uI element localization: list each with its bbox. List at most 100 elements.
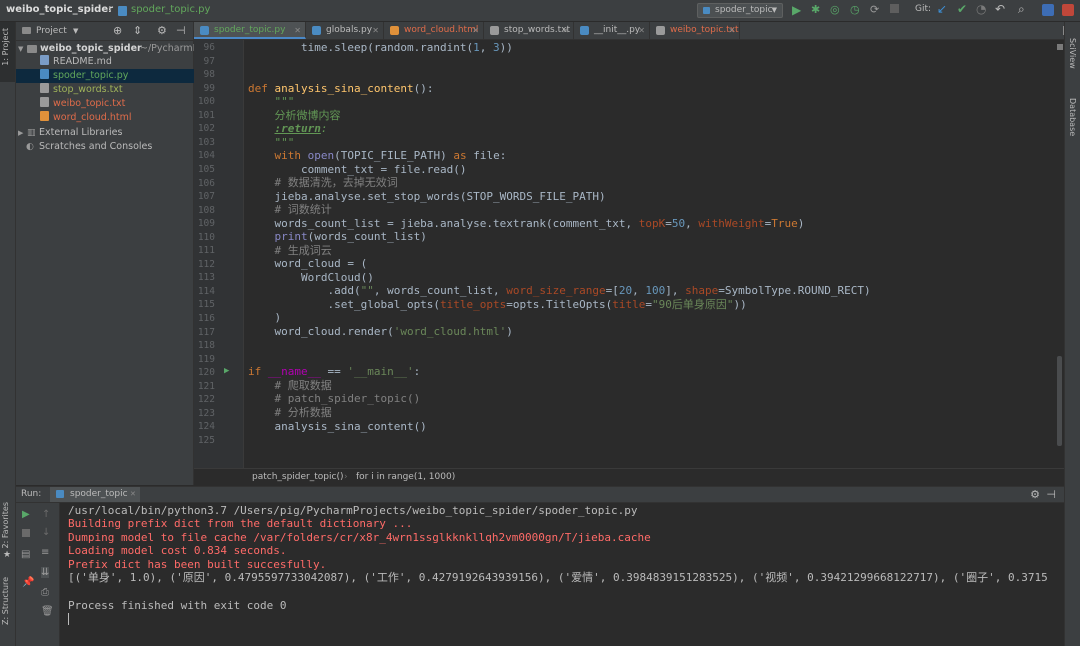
locate-icon[interactable]: ⊕ — [113, 22, 122, 40]
translate-icon[interactable] — [1042, 4, 1054, 16]
layout-icon[interactable]: ▤ — [21, 549, 30, 560]
run-gutter-icon[interactable]: ▶ — [224, 366, 229, 376]
concurrency-icon[interactable]: ⟳ — [870, 3, 879, 16]
coverage-icon[interactable]: ◎ — [830, 3, 840, 16]
pin-icon[interactable]: 📌 — [22, 577, 34, 588]
rerun-icon[interactable]: ▶ — [22, 509, 30, 520]
tab-init[interactable]: __init__.py ✕ — [574, 22, 650, 39]
debug-icon[interactable]: ✱ — [811, 3, 820, 16]
folder-icon — [22, 27, 31, 34]
git-rollback-icon[interactable]: ↶ — [995, 2, 1005, 16]
project-tool-button[interactable]: 1: Project — [0, 22, 15, 82]
scroll-down-icon[interactable]: ↓ — [42, 527, 50, 538]
close-icon[interactable]: ✕ — [638, 22, 645, 39]
git-commit-icon[interactable]: ✔ — [957, 2, 967, 16]
scrollbar-thumb[interactable] — [1057, 356, 1062, 446]
project-view-label[interactable]: Project — [36, 22, 67, 40]
tree-item-external-libraries[interactable]: ▶ ▥ External Libraries — [16, 126, 194, 140]
folder-icon — [27, 45, 37, 53]
python-file-icon — [40, 69, 49, 79]
run-config-label: spoder_topic — [715, 5, 773, 15]
tree-item-stop-words[interactable]: stop_words.txt — [16, 83, 194, 97]
code-line: # 数据清洗，去掉无效词 — [274, 176, 398, 189]
tree-item-scratches[interactable]: ◐ Scratches and Consoles — [16, 140, 194, 154]
console-line: Dumping model to file cache /var/folders… — [68, 531, 651, 544]
line-number: 96 — [203, 42, 215, 53]
code-line: :return: — [274, 122, 328, 135]
search-icon[interactable]: ⌕ — [1018, 2, 1025, 17]
tab-word-cloud[interactable]: word_cloud.html ✕ — [384, 22, 484, 39]
git-update-icon[interactable]: ↙ — [937, 2, 947, 16]
stop-icon[interactable] — [22, 529, 30, 537]
text-file-icon — [656, 26, 665, 35]
run-console[interactable]: /usr/local/bin/python3.7 /Users/pig/Pych… — [60, 503, 1064, 646]
run-config-selector[interactable]: spoder_topic ▼ — [697, 3, 783, 18]
plugin-icon[interactable] — [1062, 4, 1074, 16]
breadcrumb-function[interactable]: patch_spider_topic() — [252, 469, 343, 486]
chevron-right-icon: ▶ — [18, 129, 24, 137]
close-icon[interactable]: ✕ — [372, 22, 379, 39]
close-icon[interactable]: ✕ — [562, 22, 569, 39]
breadcrumb-file[interactable]: spoder_topic.py — [131, 4, 210, 15]
soft-wrap-icon[interactable]: ≡ — [41, 547, 49, 558]
structure-tool-label[interactable]: Z: Structure — [1, 577, 10, 625]
code-line: # patch_spider_topic() — [274, 392, 421, 405]
text-file-icon — [490, 26, 499, 35]
tab-weibo-topic[interactable]: weibo_topic.txt ✕ — [650, 22, 740, 39]
close-icon[interactable]: ✕ — [472, 22, 479, 39]
breadcrumb-loop[interactable]: for i in range(1, 1000) — [356, 469, 455, 486]
console-line: Process finished with exit code 0 — [68, 599, 287, 612]
line-number: 124 — [197, 421, 215, 433]
run-icon[interactable]: ▶ — [792, 3, 801, 17]
editor-scrollbar[interactable] — [1056, 44, 1064, 464]
line-number: 104 — [197, 150, 215, 162]
tab-spoder-topic[interactable]: spoder_topic.py ✕ — [194, 22, 306, 39]
tree-item-word-cloud[interactable]: word_cloud.html — [16, 111, 194, 125]
stop-icon[interactable] — [890, 4, 899, 13]
console-line: Loading model cost 0.834 seconds. — [68, 544, 287, 557]
tree-root[interactable]: ▼ weibo_topic_spider ~/PycharmP — [16, 42, 194, 56]
tab-stop-words[interactable]: stop_words.txt ✕ — [484, 22, 574, 39]
markdown-file-icon — [40, 55, 49, 65]
scroll-up-icon[interactable]: ↑ — [42, 509, 50, 520]
tree-root-label: weibo_topic_spider — [40, 43, 142, 54]
left-tool-stripe: 1: Project 2: Favorites ★ Z: Structure — [0, 22, 16, 646]
hide-icon[interactable]: ⊣ — [1046, 487, 1056, 502]
code-line: # 分析数据 — [274, 406, 332, 419]
line-number: 102 — [197, 123, 215, 135]
chevron-down-icon[interactable]: ▼ — [73, 22, 78, 40]
gear-icon[interactable]: ⚙ — [1030, 487, 1040, 502]
console-line: Prefix dict has been built succesfully. — [68, 558, 327, 571]
tree-item-readme[interactable]: README.md — [16, 55, 194, 69]
python-file-icon — [580, 26, 589, 35]
code-line: if __name__ == '__main__': — [248, 365, 421, 378]
code-editor[interactable]: 96 97 98 99 100 101 102 103 104 105 106 107 108 109 11… — [194, 40, 1064, 468]
favorites-tool-label[interactable]: 2: Favorites — [1, 502, 10, 548]
tree-item-label: External Libraries — [39, 127, 123, 138]
html-file-icon — [390, 26, 399, 35]
hide-icon[interactable]: ⊣ — [176, 22, 186, 40]
trash-icon[interactable]: 🗑 — [41, 606, 54, 617]
collapse-icon[interactable]: ⇕ — [133, 22, 142, 40]
database-tool-label[interactable]: Database — [1068, 98, 1077, 136]
print-icon[interactable]: ⎙ — [41, 587, 49, 598]
line-number: 101 — [197, 109, 215, 121]
close-icon[interactable]: ✕ — [294, 22, 301, 37]
close-icon[interactable]: ✕ — [728, 22, 735, 39]
profile-icon[interactable]: ◷ — [850, 3, 860, 16]
sciview-tool-label[interactable]: SciView — [1068, 38, 1077, 69]
library-icon: ▥ — [27, 128, 36, 138]
run-tab[interactable]: spoder_topic ✕ — [50, 487, 140, 502]
code-line: .set_global_opts(title_opts=opts.TitleOp… — [248, 298, 747, 311]
git-history-icon[interactable]: ◔ — [976, 2, 986, 16]
tab-globals[interactable]: globals.py ✕ — [306, 22, 384, 39]
scroll-to-end-icon[interactable]: ⇊ — [41, 567, 50, 578]
line-number: 99 — [203, 82, 215, 94]
breadcrumb-project[interactable]: weibo_topic_spider — [6, 4, 113, 15]
git-label: Git: — [915, 4, 932, 14]
tree-item-spoder-topic[interactable]: spoder_topic.py — [16, 69, 194, 83]
gear-icon[interactable]: ⚙ — [157, 22, 167, 40]
tree-item-weibo-topic[interactable]: weibo_topic.txt — [16, 97, 194, 111]
line-number: 112 — [197, 258, 215, 270]
close-icon[interactable]: ✕ — [130, 487, 136, 502]
